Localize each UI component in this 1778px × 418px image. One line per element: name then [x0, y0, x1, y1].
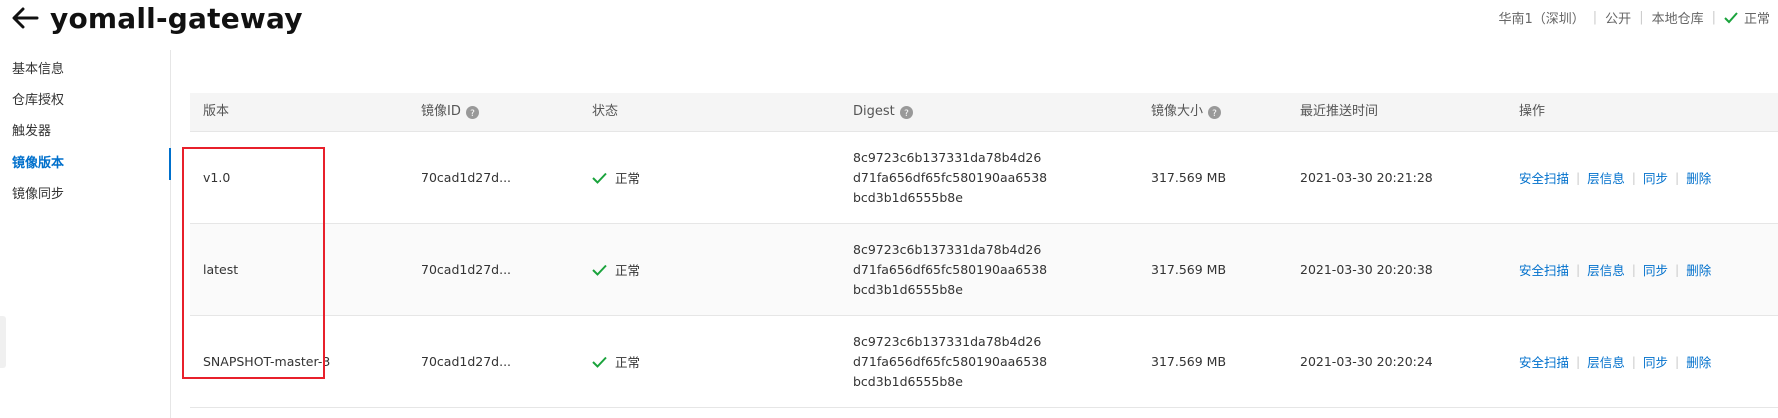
back-arrow-icon[interactable] — [10, 3, 40, 33]
column-header-digest: Digest ? — [853, 93, 913, 131]
sidebar-item-repo-auth[interactable]: 仓库授权 — [12, 91, 64, 111]
sidebar-item-triggers[interactable]: 触发器 — [12, 122, 51, 142]
sync-link[interactable]: 同步 — [1643, 168, 1668, 187]
sidebar-active-indicator — [169, 148, 171, 180]
header: yomall-gateway 华南1（深圳） | 公开 | 本地仓库 | 正常 — [0, 0, 1778, 44]
page-title: yomall-gateway — [50, 2, 303, 35]
image-id-cell: 70cad1d27d... — [421, 354, 512, 369]
delete-link[interactable]: 删除 — [1686, 352, 1711, 371]
divider: | — [1631, 354, 1636, 369]
divider: | — [1576, 170, 1581, 185]
divider: | — [1576, 354, 1581, 369]
sidebar-item-basic-info[interactable]: 基本信息 — [12, 60, 64, 80]
divider: | — [1711, 10, 1716, 25]
divider: | — [1674, 354, 1680, 369]
size-cell: 317.569 MB — [1151, 262, 1227, 277]
image-id-cell: 70cad1d27d... — [421, 170, 512, 185]
collapse-handle[interactable] — [0, 316, 6, 368]
svg-text:?: ? — [470, 109, 475, 119]
repo-status-label: 正常 — [1743, 12, 1770, 27]
column-header-pushed: 最近推送时间 — [1300, 104, 1379, 119]
table-header: 版本 镜像ID ? 状态 Digest ? 镜像大小 ? 最近推送时间 操作 — [190, 93, 1778, 132]
sidebar: 基本信息 仓库授权 触发器 镜像版本 镜像同步 — [0, 50, 171, 418]
image-id-cell: 70cad1d27d... — [421, 262, 512, 277]
delete-link[interactable]: 删除 — [1686, 168, 1711, 187]
status-cell: 正常 — [592, 224, 640, 315]
help-icon[interactable]: ? — [465, 105, 479, 119]
check-icon — [592, 264, 607, 276]
svg-text:?: ? — [1212, 109, 1217, 119]
divider: | — [1631, 170, 1636, 185]
versions-table: 版本 镜像ID ? 状态 Digest ? 镜像大小 ? 最近推送时间 操作 v… — [190, 93, 1778, 418]
status-cell: 正常 — [592, 316, 640, 407]
sync-link[interactable]: 同步 — [1643, 260, 1668, 279]
actions-cell: 安全扫描 | 层信息 | 同步 | 删除 — [1519, 224, 1711, 315]
digest-cell: 8c9723c6b137331da78b4d26 d71fa656df65fc5… — [853, 241, 1048, 297]
region-label: 华南1（深圳） — [1498, 12, 1585, 27]
digest-cell: 8c9723c6b137331da78b4d26 d71fa656df65fc5… — [853, 149, 1048, 205]
page: yomall-gateway 华南1（深圳） | 公开 | 本地仓库 | 正常 … — [0, 0, 1778, 418]
version-cell: latest — [203, 262, 239, 277]
check-icon — [592, 172, 607, 184]
size-cell: 317.569 MB — [1151, 170, 1227, 185]
delete-link[interactable]: 删除 — [1686, 260, 1711, 279]
version-cell: SNAPSHOT-master-3 — [203, 354, 331, 369]
layer-info-link[interactable]: 层信息 — [1587, 352, 1625, 371]
check-icon — [1724, 11, 1738, 24]
help-icon[interactable]: ? — [1208, 105, 1222, 119]
layer-info-link[interactable]: 层信息 — [1587, 168, 1625, 187]
visibility-label: 公开 — [1605, 12, 1632, 27]
svg-text:?: ? — [904, 109, 909, 119]
column-header-version: 版本 — [203, 104, 230, 119]
check-icon — [592, 356, 607, 368]
sidebar-item-image-sync[interactable]: 镜像同步 — [12, 185, 64, 205]
column-header-status: 状态 — [592, 104, 619, 119]
repo-meta: 华南1（深圳） | 公开 | 本地仓库 | 正常 — [1499, 8, 1771, 27]
version-cell: v1.0 — [203, 170, 231, 185]
column-header-size: 镜像大小 ? — [1151, 93, 1222, 131]
repo-type-label: 本地仓库 — [1651, 12, 1704, 27]
divider: | — [1592, 10, 1598, 25]
help-icon[interactable]: ? — [899, 105, 913, 119]
status-cell: 正常 — [592, 132, 640, 223]
security-scan-link[interactable]: 安全扫描 — [1519, 168, 1569, 187]
actions-cell: 安全扫描 | 层信息 | 同步 | 删除 — [1519, 316, 1711, 407]
pushed-time-cell: 2021-03-30 20:21:28 — [1300, 170, 1433, 185]
table-row: SNAPSHOT-master-3 70cad1d27d... 正常 8c972… — [190, 316, 1778, 408]
digest-cell: 8c9723c6b137331da78b4d26 d71fa656df65fc5… — [853, 333, 1048, 389]
column-header-image-id: 镜像ID ? — [421, 93, 479, 131]
table-row: latest 70cad1d27d... 正常 8c9723c6b137331d… — [190, 224, 1778, 316]
divider: | — [1674, 262, 1680, 277]
divider: | — [1576, 262, 1581, 277]
sidebar-item-image-versions[interactable]: 镜像版本 — [12, 154, 64, 174]
security-scan-link[interactable]: 安全扫描 — [1519, 352, 1569, 371]
column-header-ops: 操作 — [1519, 104, 1546, 119]
pushed-time-cell: 2021-03-30 20:20:38 — [1300, 262, 1433, 277]
divider: | — [1631, 262, 1636, 277]
layer-info-link[interactable]: 层信息 — [1587, 260, 1625, 279]
sync-link[interactable]: 同步 — [1643, 352, 1668, 371]
actions-cell: 安全扫描 | 层信息 | 同步 | 删除 — [1519, 132, 1711, 223]
divider: | — [1674, 170, 1680, 185]
pushed-time-cell: 2021-03-30 20:20:24 — [1300, 354, 1433, 369]
size-cell: 317.569 MB — [1151, 354, 1227, 369]
security-scan-link[interactable]: 安全扫描 — [1519, 260, 1569, 279]
divider: | — [1639, 10, 1644, 25]
table-row: v1.0 70cad1d27d... 正常 8c9723c6b137331da7… — [190, 132, 1778, 224]
